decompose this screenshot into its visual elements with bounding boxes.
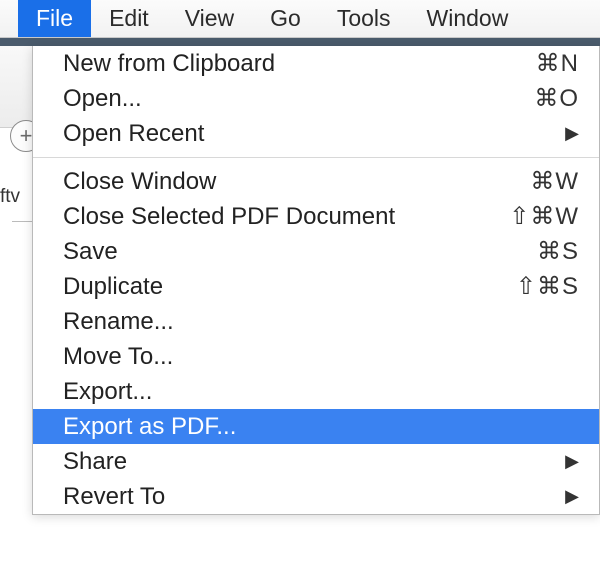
menubar-item-view[interactable]: View: [167, 0, 252, 37]
menu-item-label: New from Clipboard: [63, 50, 536, 78]
menu-item-shortcut: ⌘S: [537, 237, 579, 266]
window-titlebar-fragment: [0, 38, 600, 46]
menu-item-label: Duplicate: [63, 273, 516, 301]
menu-item-label: Export as PDF...: [63, 413, 579, 441]
menubar-item-file[interactable]: File: [18, 0, 91, 37]
menu-item-rename[interactable]: Rename...: [33, 304, 599, 339]
menu-item-label: Open Recent: [63, 120, 557, 148]
menu-item-close-selected-pdf[interactable]: Close Selected PDF Document ⇧⌘W: [33, 199, 599, 234]
menubar-item-window[interactable]: Window: [409, 0, 527, 37]
menu-item-duplicate[interactable]: Duplicate ⇧⌘S: [33, 269, 599, 304]
menu-item-label: Close Window: [63, 168, 530, 196]
menu-item-export[interactable]: Export...: [33, 374, 599, 409]
menu-item-export-as-pdf[interactable]: Export as PDF...: [33, 409, 599, 444]
menu-item-label: Rename...: [63, 308, 579, 336]
menu-item-shortcut: ⇧⌘S: [516, 272, 579, 301]
menu-item-shortcut: ⌘N: [536, 49, 579, 78]
menubar: File Edit View Go Tools Window: [0, 0, 600, 38]
menubar-item-edit[interactable]: Edit: [91, 0, 167, 37]
menu-item-save[interactable]: Save ⌘S: [33, 234, 599, 269]
menu-item-open-recent[interactable]: Open Recent ▶: [33, 116, 599, 151]
menu-item-shortcut: ⇧⌘W: [509, 202, 579, 231]
menu-item-move-to[interactable]: Move To...: [33, 339, 599, 374]
menu-item-shortcut: ⌘O: [534, 84, 579, 113]
submenu-arrow-icon: ▶: [557, 451, 579, 472]
menu-item-shortcut: ⌘W: [530, 167, 579, 196]
menu-item-new-from-clipboard[interactable]: New from Clipboard ⌘N: [33, 46, 599, 81]
menu-item-label: Revert To: [63, 483, 557, 511]
menubar-item-tools[interactable]: Tools: [319, 0, 409, 37]
submenu-arrow-icon: ▶: [557, 123, 579, 144]
menu-item-revert-to[interactable]: Revert To ▶: [33, 479, 599, 514]
menu-item-share[interactable]: Share ▶: [33, 444, 599, 479]
menu-item-label: Move To...: [63, 343, 579, 371]
background-text-fragment: ftv: [0, 186, 20, 208]
plus-icon: +: [20, 123, 33, 149]
menu-item-close-window[interactable]: Close Window ⌘W: [33, 164, 599, 199]
menu-item-label: Open...: [63, 85, 534, 113]
menu-item-open[interactable]: Open... ⌘O: [33, 81, 599, 116]
file-dropdown-menu: New from Clipboard ⌘N Open... ⌘O Open Re…: [32, 46, 600, 515]
menu-separator: [33, 157, 599, 158]
menu-item-label: Save: [63, 238, 537, 266]
window-background: + ftv New from Clipboard ⌘N Open... ⌘O O…: [0, 46, 600, 580]
submenu-arrow-icon: ▶: [557, 486, 579, 507]
menu-item-label: Share: [63, 448, 557, 476]
menu-item-label: Close Selected PDF Document: [63, 203, 509, 231]
menu-item-label: Export...: [63, 378, 579, 406]
menubar-item-go[interactable]: Go: [252, 0, 319, 37]
